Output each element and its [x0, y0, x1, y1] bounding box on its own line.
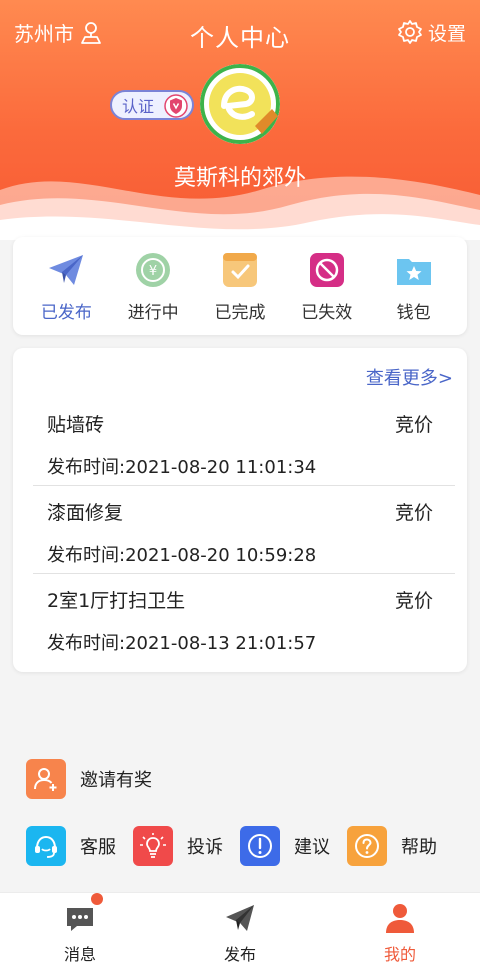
- order-title: 漆面修复: [47, 502, 124, 524]
- profile-header: 苏州市 个人中心 设置 认证 莫斯科的郊外: [0, 0, 480, 240]
- shield-icon: [164, 94, 188, 118]
- service-label: 客服: [80, 837, 116, 858]
- recent-orders-card: 查看更多> 贴墙砖 竞价 发布时间:2021-08-20 11:01:34 漆面…: [13, 348, 467, 672]
- order-title: 贴墙砖: [47, 414, 105, 436]
- exclamation-icon: [240, 826, 280, 866]
- username: 莫斯科的郊外: [173, 166, 306, 191]
- coin-icon: ¥: [136, 252, 171, 287]
- order-time: 发布时间:2021-08-20 10:59:28: [47, 545, 317, 566]
- notification-dot: [91, 893, 103, 905]
- checkbox-icon: [222, 252, 257, 287]
- view-more-link[interactable]: 查看更多>: [366, 364, 453, 390]
- order-title: 2室1厅打扫卫生: [47, 590, 186, 612]
- tab-published[interactable]: 已发布: [26, 250, 106, 323]
- add-user-icon: [26, 759, 66, 799]
- send-icon: [226, 905, 254, 931]
- avatar-logo-icon: [200, 64, 280, 144]
- user-icon: [386, 904, 414, 933]
- order-type: 竞价: [394, 502, 433, 524]
- nav-messages[interactable]: 消息: [20, 893, 140, 967]
- list-item[interactable]: 漆面修复 竞价 发布时间:2021-08-20 10:59:28: [13, 486, 467, 574]
- list-item[interactable]: 贴墙砖 竞价 发布时间:2021-08-20 11:01:34: [13, 398, 467, 486]
- question-icon: [347, 826, 387, 866]
- paper-plane-icon: [49, 254, 84, 285]
- order-type: 竞价: [394, 590, 433, 612]
- nav-label: 我的: [383, 945, 416, 964]
- nav-mine[interactable]: 我的: [340, 893, 460, 967]
- tab-in-progress[interactable]: ¥ 进行中: [113, 250, 193, 323]
- order-time: 发布时间:2021-08-20 11:01:34: [47, 457, 317, 478]
- tab-completed[interactable]: 已完成: [200, 250, 280, 323]
- help-button[interactable]: 帮助: [347, 826, 454, 866]
- chat-icon: [67, 908, 93, 931]
- invite-reward-button[interactable]: 邀请有奖: [26, 759, 152, 799]
- nav-publish[interactable]: 发布: [180, 893, 300, 967]
- settings-button[interactable]: 设置: [396, 18, 466, 46]
- service-label: 建议: [294, 837, 330, 858]
- order-type: 竞价: [394, 414, 433, 436]
- headset-icon: [26, 826, 66, 866]
- lightbulb-icon: [133, 826, 173, 866]
- avatar[interactable]: [200, 64, 280, 144]
- order-status-tabs: 已发布 ¥ 进行中 已完成 已失效 钱包: [13, 237, 467, 335]
- list-item[interactable]: 2室1厅打扫卫生 竞价 发布时间:2021-08-13 21:01:57: [13, 574, 467, 662]
- nav-label: 发布: [223, 945, 256, 964]
- nav-label: 消息: [63, 945, 96, 964]
- prohibited-icon: [309, 252, 344, 287]
- verified-label: 认证: [122, 97, 155, 116]
- tab-label: 钱包: [396, 302, 431, 323]
- tab-expired[interactable]: 已失效: [287, 250, 367, 323]
- suggestion-button[interactable]: 建议: [240, 826, 347, 866]
- tab-label: 已发布: [40, 302, 92, 323]
- folder-star-icon: [396, 258, 431, 285]
- tab-wallet[interactable]: 钱包: [374, 250, 454, 323]
- gear-icon: [398, 20, 422, 44]
- service-label: 帮助: [401, 837, 437, 858]
- bottom-nav: 消息 发布 我的: [0, 892, 480, 967]
- settings-label: 设置: [427, 22, 466, 45]
- service-shortcuts: 客服 投诉 建议 帮助: [26, 826, 466, 866]
- complaint-button[interactable]: 投诉: [133, 826, 240, 866]
- tab-label: 已完成: [214, 302, 266, 323]
- tab-label: 进行中: [127, 302, 179, 323]
- invite-label: 邀请有奖: [80, 770, 152, 791]
- tab-label: 已失效: [301, 302, 353, 323]
- service-label: 投诉: [187, 837, 223, 858]
- verified-badge[interactable]: 认证: [110, 90, 194, 120]
- svg-text:¥: ¥: [149, 264, 157, 279]
- order-time: 发布时间:2021-08-13 21:01:57: [47, 633, 317, 654]
- customer-service-button[interactable]: 客服: [26, 826, 133, 866]
